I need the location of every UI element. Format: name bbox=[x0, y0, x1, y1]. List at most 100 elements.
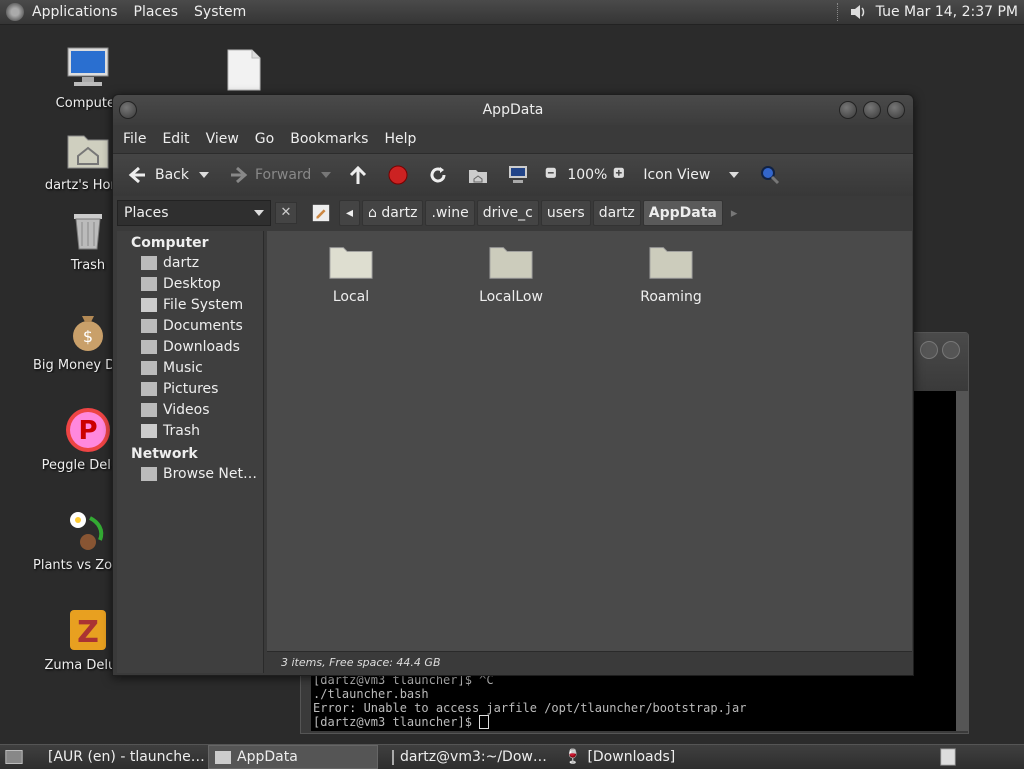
drive-icon bbox=[141, 298, 157, 312]
menu-file[interactable]: File bbox=[115, 131, 154, 147]
chevron-down-icon bbox=[729, 172, 740, 178]
breadcrumb-scroll-right[interactable]: ▸ bbox=[725, 206, 744, 221]
menu-places[interactable]: Places bbox=[126, 0, 187, 24]
menu-applications[interactable]: Applications bbox=[24, 0, 126, 24]
money-bag-icon: $ bbox=[73, 316, 103, 351]
view-mode-select[interactable]: Icon View bbox=[639, 167, 743, 183]
document-icon[interactable] bbox=[226, 48, 262, 92]
terminal-cursor bbox=[479, 715, 490, 729]
up-arrow-icon[interactable] bbox=[347, 164, 369, 186]
back-history-dropdown[interactable] bbox=[199, 172, 209, 178]
sidebar-item-filesystem[interactable]: File System bbox=[117, 295, 263, 316]
terminal-lines: [dartz@vm3 tlauncher]$ ^C ./tlauncher.bas… bbox=[313, 673, 746, 729]
folder-item[interactable]: Roaming bbox=[621, 241, 721, 305]
sidebar-item-label: File System bbox=[163, 297, 244, 313]
taskbar-item-downloads[interactable]: 🍷 [Downloads] bbox=[558, 746, 710, 768]
taskbar-item-terminal[interactable]: dartz@vm3:~/Dow… bbox=[386, 746, 548, 768]
maximize-button[interactable] bbox=[863, 101, 881, 119]
sidebar-item-downloads[interactable]: Downloads bbox=[117, 337, 263, 358]
sidebar-item-browse-network[interactable]: Browse Net… bbox=[117, 464, 263, 485]
sidebar-item-label: Trash bbox=[163, 423, 200, 439]
sidebar-item-trash[interactable]: Trash bbox=[117, 421, 263, 442]
view-mode-value: Icon View bbox=[643, 167, 711, 183]
search-icon[interactable] bbox=[759, 164, 781, 186]
trash-applet-icon[interactable] bbox=[938, 747, 958, 767]
folder-item[interactable]: LocalLow bbox=[461, 241, 561, 305]
breadcrumb-scroll-left[interactable]: ◂ bbox=[339, 200, 361, 226]
desktop-folder-icon bbox=[141, 277, 157, 291]
sidebar-item-label: Documents bbox=[163, 318, 243, 334]
menu-view[interactable]: View bbox=[198, 131, 247, 147]
places-sidebar: Computer dartz Desktop File System Docum… bbox=[117, 231, 264, 673]
sidebar-item-desktop[interactable]: Desktop bbox=[117, 274, 263, 295]
back-button[interactable]: Back bbox=[123, 164, 193, 186]
breadcrumb-item[interactable]: .wine bbox=[425, 200, 475, 226]
zoom-level[interactable]: 100% bbox=[567, 167, 607, 183]
folder-label: Roaming bbox=[640, 289, 702, 305]
svg-text:$: $ bbox=[83, 327, 93, 346]
window-titlebar[interactable]: AppData bbox=[113, 95, 913, 125]
sidebar-item-label: Desktop bbox=[163, 276, 221, 292]
menu-help[interactable]: Help bbox=[376, 131, 424, 147]
reload-icon[interactable] bbox=[427, 164, 449, 186]
taskbar-item-label: AppData bbox=[237, 749, 298, 765]
computer-icon[interactable] bbox=[507, 164, 529, 186]
menu-edit[interactable]: Edit bbox=[154, 131, 197, 147]
close-sidebar-button[interactable]: ✕ bbox=[275, 202, 297, 224]
sidebar-item-label: Downloads bbox=[163, 339, 240, 355]
folder-icon bbox=[141, 340, 157, 354]
file-manager-window[interactable]: AppData File Edit View Go Bookmarks Help… bbox=[112, 94, 914, 676]
folder-label: Local bbox=[332, 289, 370, 305]
terminal-minimize-button[interactable] bbox=[920, 341, 938, 359]
taskbar-item-appdata[interactable]: AppData bbox=[208, 745, 378, 769]
terminal-maximize-button[interactable] bbox=[942, 341, 960, 359]
breadcrumb-item[interactable]: ⌂ dartz bbox=[362, 200, 424, 226]
distro-logo-icon[interactable] bbox=[6, 3, 24, 21]
back-label: Back bbox=[155, 167, 189, 183]
file-view[interactable]: Local LocalLow Roaming bbox=[267, 231, 912, 651]
volume-icon[interactable] bbox=[848, 3, 868, 21]
panel-separator bbox=[836, 3, 840, 21]
sidebar-item-music[interactable]: Music bbox=[117, 358, 263, 379]
minimize-button[interactable] bbox=[839, 101, 857, 119]
forward-button[interactable]: Forward bbox=[223, 164, 315, 186]
window-menu-button[interactable] bbox=[119, 101, 137, 119]
sidebar-item-label: Videos bbox=[163, 402, 210, 418]
menu-system[interactable]: System bbox=[186, 0, 254, 24]
terminal-scrollbar[interactable] bbox=[956, 391, 968, 731]
zoom-out-icon[interactable] bbox=[545, 167, 561, 183]
folder-item[interactable]: Local bbox=[301, 241, 401, 305]
svg-text:Z: Z bbox=[77, 615, 99, 650]
taskbar-item-browser[interactable]: [AUR (en) - tlaunche… bbox=[36, 746, 208, 768]
edit-location-icon[interactable] bbox=[311, 203, 331, 223]
breadcrumb-item[interactable]: users bbox=[540, 200, 591, 226]
show-desktop-icon[interactable] bbox=[4, 748, 24, 766]
sidebar-type-select[interactable]: Places bbox=[117, 200, 271, 226]
menu-go[interactable]: Go bbox=[247, 131, 282, 147]
menu-bookmarks[interactable]: Bookmarks bbox=[282, 131, 376, 147]
forward-history-dropdown[interactable] bbox=[321, 172, 332, 178]
home-icon[interactable] bbox=[467, 164, 489, 186]
breadcrumb-item[interactable]: dartz bbox=[592, 200, 641, 226]
terminal-prompt: [dartz@vm3 tlauncher]$ bbox=[313, 714, 480, 729]
folder-icon bbox=[215, 750, 231, 764]
taskbar-item-label: dartz@vm3:~/Dow… bbox=[400, 749, 547, 765]
status-text: 3 items, Free space: 44.4 GB bbox=[281, 656, 441, 669]
stop-icon[interactable] bbox=[387, 164, 409, 186]
home-folder-icon bbox=[141, 256, 157, 270]
sidebar-header-network: Network bbox=[131, 446, 198, 462]
clock[interactable]: Tue Mar 14, 2:37 PM bbox=[876, 4, 1018, 20]
menubar: File Edit View Go Bookmarks Help bbox=[113, 125, 913, 153]
breadcrumb-item-current[interactable]: AppData bbox=[642, 200, 723, 226]
sidebar-item-label: Browse Net… bbox=[163, 466, 258, 482]
zoom-in-icon[interactable] bbox=[613, 167, 629, 183]
breadcrumb-item[interactable]: drive_c bbox=[476, 200, 539, 226]
chevron-down-icon bbox=[254, 210, 264, 216]
sidebar-item-videos[interactable]: Videos bbox=[117, 400, 263, 421]
sidebar-item-pictures[interactable]: Pictures bbox=[117, 379, 263, 400]
sidebar-item-dartz[interactable]: dartz bbox=[117, 253, 263, 274]
forward-arrow-icon bbox=[231, 166, 248, 184]
back-arrow-icon bbox=[128, 166, 145, 184]
sidebar-item-documents[interactable]: Documents bbox=[117, 316, 263, 337]
close-button[interactable] bbox=[887, 101, 905, 119]
